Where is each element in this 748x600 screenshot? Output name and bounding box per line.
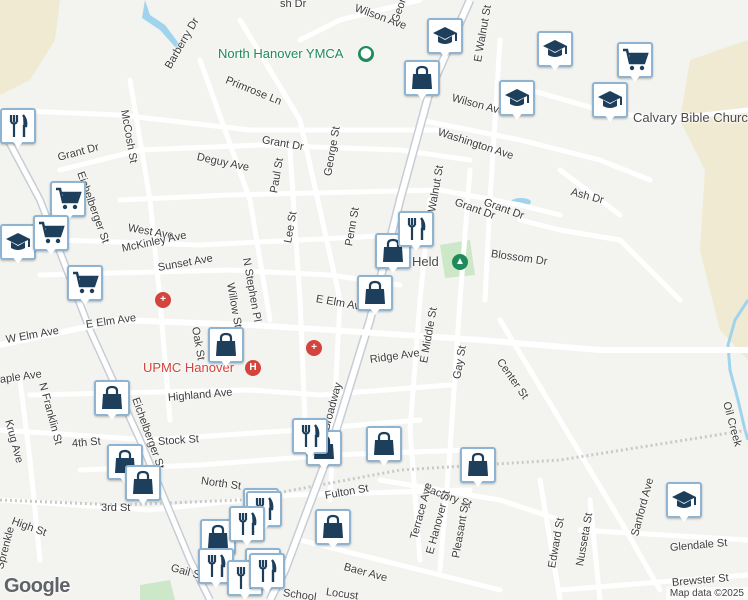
marker-pointer bbox=[678, 514, 690, 522]
shopping-marker[interactable] bbox=[460, 447, 496, 489]
shopping-marker[interactable] bbox=[315, 509, 351, 551]
shopping-marker[interactable] bbox=[366, 426, 402, 468]
marker-pointer bbox=[369, 307, 381, 315]
google-logo: Google bbox=[4, 575, 70, 597]
park-poi-label[interactable]: Held bbox=[412, 254, 439, 269]
marker-pointer bbox=[106, 412, 118, 420]
marker-pointer bbox=[416, 92, 428, 100]
restaurant-marker[interactable] bbox=[398, 211, 434, 253]
marker-pointer bbox=[318, 462, 330, 470]
marker-pointer bbox=[261, 585, 273, 593]
grocery-marker[interactable] bbox=[617, 42, 653, 84]
marker-pointer bbox=[12, 256, 24, 264]
marker-pointer bbox=[629, 74, 641, 82]
marker-pointer bbox=[241, 538, 253, 546]
marker-pointer bbox=[79, 297, 91, 305]
hospital-icon[interactable]: + bbox=[306, 340, 322, 356]
map-view[interactable]: sh DrWilson AveGeorge StBarberry DrPrimr… bbox=[0, 0, 748, 600]
marker-pointer bbox=[387, 265, 399, 273]
marker-pointer bbox=[12, 140, 24, 148]
restaurant-marker[interactable] bbox=[292, 418, 328, 460]
marker-pointer bbox=[472, 479, 484, 487]
shopping-marker[interactable] bbox=[357, 275, 393, 317]
shopping-marker[interactable] bbox=[404, 60, 440, 102]
marker-pointer bbox=[45, 247, 57, 255]
marker-pointer bbox=[137, 497, 149, 505]
street-label: 4th St bbox=[71, 435, 102, 450]
marker-pointer bbox=[378, 458, 390, 466]
restaurant-marker[interactable] bbox=[229, 506, 265, 548]
shopping-marker[interactable] bbox=[125, 465, 161, 507]
restaurant-marker[interactable] bbox=[0, 108, 36, 150]
tree-icon[interactable]: ▲ bbox=[452, 254, 468, 270]
hospital-icon[interactable]: + bbox=[155, 292, 171, 308]
school-marker[interactable] bbox=[499, 80, 535, 122]
marker-pointer bbox=[220, 359, 232, 367]
school-marker[interactable] bbox=[666, 482, 702, 524]
school-marker[interactable] bbox=[0, 224, 36, 266]
marker-pointer bbox=[410, 243, 422, 251]
school-marker[interactable] bbox=[537, 31, 573, 73]
shopping-marker[interactable] bbox=[94, 380, 130, 422]
grocery-marker[interactable] bbox=[67, 265, 103, 307]
map-attribution[interactable]: Map data ©2025 bbox=[665, 587, 748, 600]
ymca-poi-label[interactable]: North Hanover YMCA bbox=[218, 46, 343, 61]
marker-pointer bbox=[304, 450, 316, 458]
school-marker[interactable] bbox=[427, 18, 463, 60]
school-marker[interactable] bbox=[592, 82, 628, 124]
marker-pointer bbox=[511, 112, 523, 120]
church-poi-label[interactable]: Calvary Bible Church bbox=[633, 110, 748, 125]
marker-pointer bbox=[604, 114, 616, 122]
grocery-marker[interactable] bbox=[33, 215, 69, 257]
marker-pointer bbox=[549, 63, 561, 71]
marker-pointer bbox=[439, 50, 451, 58]
restaurant-marker[interactable] bbox=[249, 553, 285, 595]
marker-pointer bbox=[210, 580, 222, 588]
landmark-icon[interactable]: ⬤ bbox=[358, 46, 374, 62]
street-label: sh Dr bbox=[280, 0, 307, 10]
shopping-marker[interactable] bbox=[208, 327, 244, 369]
hospital-icon[interactable]: H bbox=[245, 360, 261, 376]
marker-pointer bbox=[327, 541, 339, 549]
